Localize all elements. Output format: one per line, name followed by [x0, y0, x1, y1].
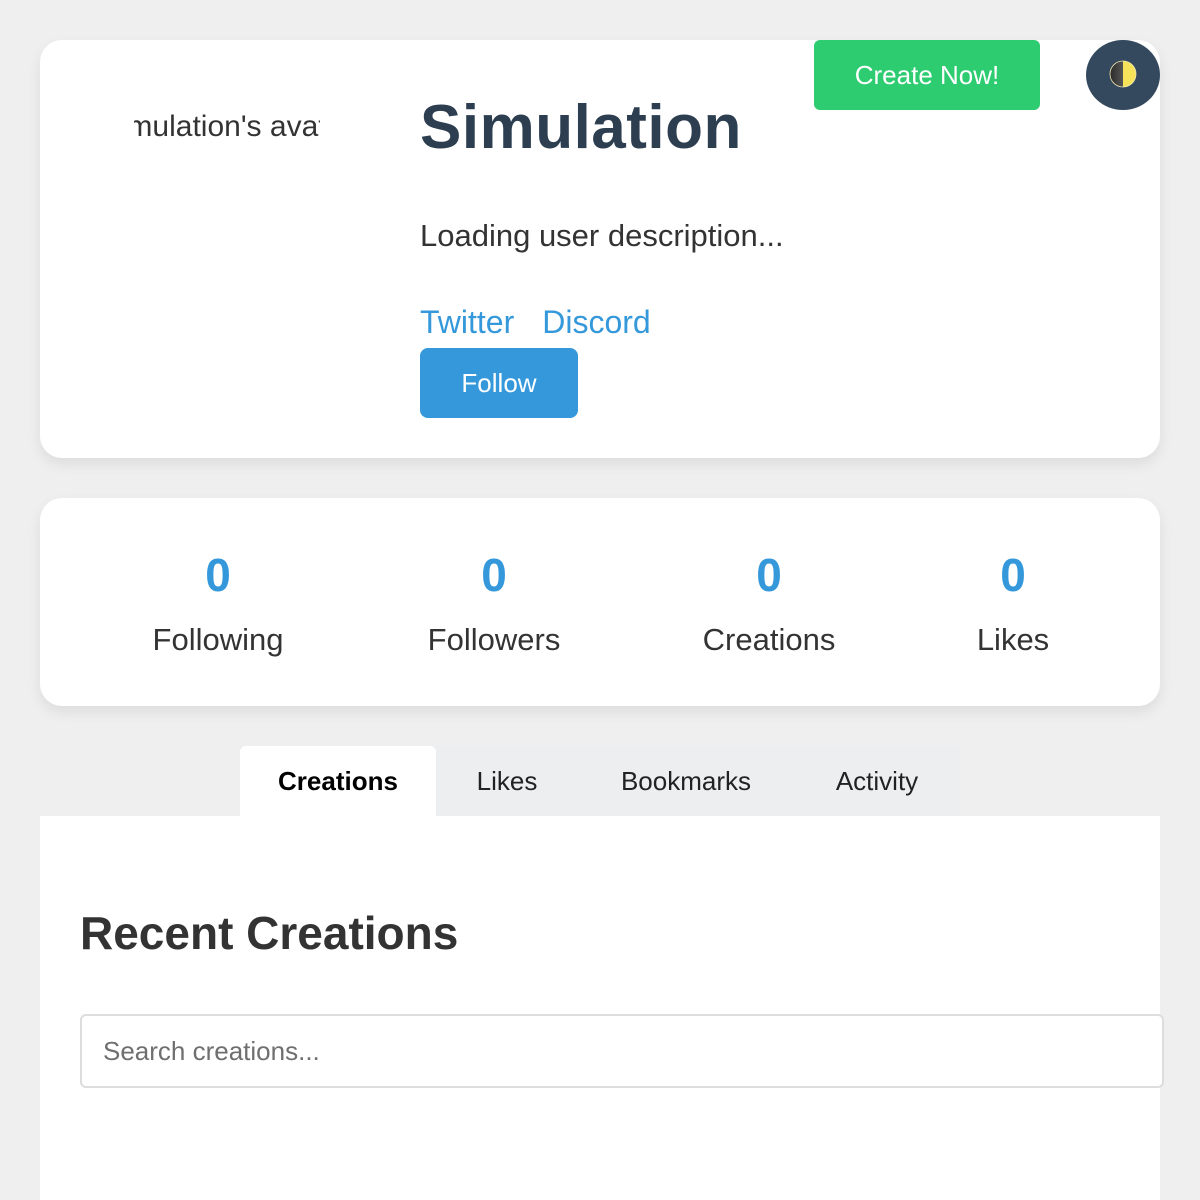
social-links: Twitter Discord — [420, 304, 651, 341]
profile-page: Simulation's avatar Simulation Loading u… — [0, 0, 1200, 1200]
search-creations-input[interactable] — [80, 1014, 1164, 1088]
stat-label: Following — [152, 622, 284, 657]
tab-likes[interactable]: Likes — [436, 746, 578, 816]
profile-tabs: Creations Likes Bookmarks Activity — [240, 746, 960, 816]
avatar-alt-text: Simulation's avatar — [134, 110, 320, 143]
follow-button[interactable]: Follow — [420, 348, 578, 418]
tab-activity[interactable]: Activity — [794, 746, 960, 816]
tab-bookmarks[interactable]: Bookmarks — [578, 746, 794, 816]
section-title: Recent Creations — [80, 907, 459, 959]
profile-description: Loading user description... — [420, 218, 784, 253]
theme-toggle-button[interactable] — [1086, 40, 1160, 110]
stat-value: 0 — [205, 549, 231, 601]
tab-creations[interactable]: Creations — [240, 746, 436, 816]
create-now-button[interactable]: Create Now! — [814, 40, 1040, 110]
twitter-link[interactable]: Twitter — [420, 304, 514, 341]
stat-label: Likes — [976, 622, 1050, 657]
stats-card: 0 Following 0 Followers 0 Creations 0 Li… — [40, 498, 1160, 706]
stat-value: 0 — [481, 549, 507, 601]
discord-link[interactable]: Discord — [542, 304, 650, 341]
stat-value: 0 — [1000, 549, 1026, 601]
creations-panel: Recent Creations — [40, 816, 1164, 1200]
avatar: Simulation's avatar — [134, 105, 320, 149]
half-moon-icon — [1108, 59, 1138, 92]
stat-label: Followers — [427, 622, 561, 657]
stat-value: 0 — [756, 549, 782, 601]
profile-username: Simulation — [420, 93, 742, 162]
stat-label: Creations — [702, 622, 836, 657]
